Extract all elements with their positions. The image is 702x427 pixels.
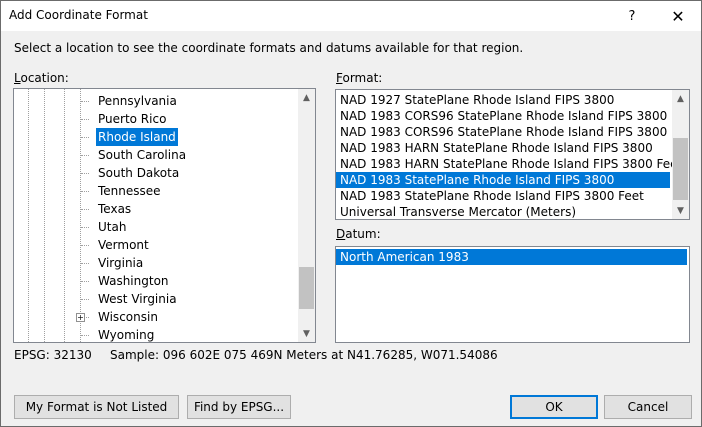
- tree-connector: [81, 263, 89, 264]
- format-item[interactable]: Universal Transverse Mercator (Meters): [336, 204, 670, 219]
- ok-button[interactable]: OK: [510, 395, 598, 419]
- datum-item[interactable]: North American 1983: [336, 249, 687, 265]
- format-item[interactable]: NAD 1983 CORS96 StatePlane Rhode Island …: [336, 124, 689, 140]
- cancel-button[interactable]: Cancel: [604, 395, 692, 419]
- help-button[interactable]: ?: [609, 1, 655, 31]
- scroll-thumb[interactable]: [673, 138, 688, 200]
- location-item-virginia[interactable]: Virginia: [96, 254, 145, 272]
- sample-coordinate: Sample: 096 602E 075 469N Meters at N41.…: [110, 348, 498, 362]
- tree-connector: [81, 173, 89, 174]
- scroll-down-arrow-icon[interactable]: ▼: [672, 202, 689, 219]
- location-item-tennessee[interactable]: Tennessee: [96, 182, 163, 200]
- tree-connector: [81, 137, 89, 138]
- location-label: Location:: [14, 71, 69, 85]
- tree-connector: [81, 119, 89, 120]
- close-button[interactable]: ✕: [655, 1, 701, 31]
- format-item[interactable]: NAD 1983 StatePlane Rhode Island FIPS 38…: [336, 188, 670, 204]
- format-item[interactable]: NAD 1927 StatePlane Rhode Island FIPS 38…: [336, 92, 670, 108]
- find-by-epsg-button[interactable]: Find by EPSG...: [187, 395, 291, 419]
- scroll-thumb[interactable]: [299, 267, 314, 309]
- format-list[interactable]: NAD 1927 StatePlane Rhode Island FIPS 38…: [335, 89, 690, 220]
- location-item-utah[interactable]: Utah: [96, 218, 128, 236]
- location-item-pennsylvania[interactable]: Pennsylvania: [96, 92, 179, 110]
- tree-connector: [81, 281, 89, 282]
- title-bar: Add Coordinate Format ? ✕: [1, 1, 701, 31]
- location-item-south-dakota[interactable]: South Dakota: [96, 164, 181, 182]
- location-item-puerto-rico[interactable]: Puerto Rico: [96, 110, 168, 128]
- tree-guide-line: [64, 89, 65, 342]
- location-item-washington[interactable]: Washington: [96, 272, 171, 290]
- dialog-title: Add Coordinate Format: [9, 8, 148, 22]
- location-tree[interactable]: ▲ ▼ Pennsylvania Puerto Rico Rhode Island S…: [13, 88, 316, 343]
- tree-connector: [81, 101, 89, 102]
- format-not-listed-button[interactable]: My Format is Not Listed: [14, 395, 179, 419]
- tree-guide-line: [44, 89, 45, 342]
- expand-plus-icon[interactable]: +: [76, 313, 85, 322]
- tree-connector: [81, 245, 89, 246]
- tree-guide-line: [28, 89, 29, 342]
- scroll-up-arrow-icon[interactable]: ▲: [298, 89, 315, 106]
- location-item-west-virginia[interactable]: West Virginia: [96, 290, 179, 308]
- location-item-rhode-island[interactable]: Rhode Island: [96, 128, 178, 146]
- location-scrollbar[interactable]: ▲ ▼: [298, 89, 315, 342]
- location-item-texas[interactable]: Texas: [96, 200, 133, 218]
- format-label: Format:: [336, 71, 383, 85]
- tree-connector: [81, 209, 89, 210]
- scroll-up-arrow-icon[interactable]: ▲: [672, 90, 689, 107]
- add-coordinate-format-dialog: Add Coordinate Format ? ✕ Select a locat…: [0, 0, 702, 427]
- tree-connector: [81, 191, 89, 192]
- epsg-code: EPSG: 32130: [14, 348, 92, 362]
- tree-guide-line: [80, 89, 81, 342]
- format-item[interactable]: NAD 1983 HARN StatePlane Rhode Island FI…: [336, 140, 670, 156]
- format-item[interactable]: NAD 1983 CORS96 StatePlane Rhode Island …: [336, 108, 670, 124]
- location-item-south-carolina[interactable]: South Carolina: [96, 146, 188, 164]
- location-item-wisconsin[interactable]: Wisconsin: [96, 308, 160, 326]
- intro-text: Select a location to see the coordinate …: [14, 41, 524, 55]
- format-item[interactable]: NAD 1983 HARN StatePlane Rhode Island FI…: [336, 156, 682, 172]
- scroll-down-arrow-icon[interactable]: ▼: [298, 325, 315, 342]
- format-scrollbar[interactable]: ▲ ▼: [672, 90, 689, 219]
- tree-connector: [81, 335, 89, 336]
- tree-connector: [81, 227, 89, 228]
- location-item-wyoming[interactable]: Wyoming: [96, 326, 156, 342]
- datum-list[interactable]: North American 1983: [335, 246, 690, 343]
- format-item[interactable]: NAD 1983 StatePlane Rhode Island FIPS 38…: [336, 172, 670, 188]
- tree-connector: [81, 155, 89, 156]
- tree-connector: [81, 299, 89, 300]
- location-item-vermont[interactable]: Vermont: [96, 236, 151, 254]
- datum-label: Datum:: [336, 227, 381, 241]
